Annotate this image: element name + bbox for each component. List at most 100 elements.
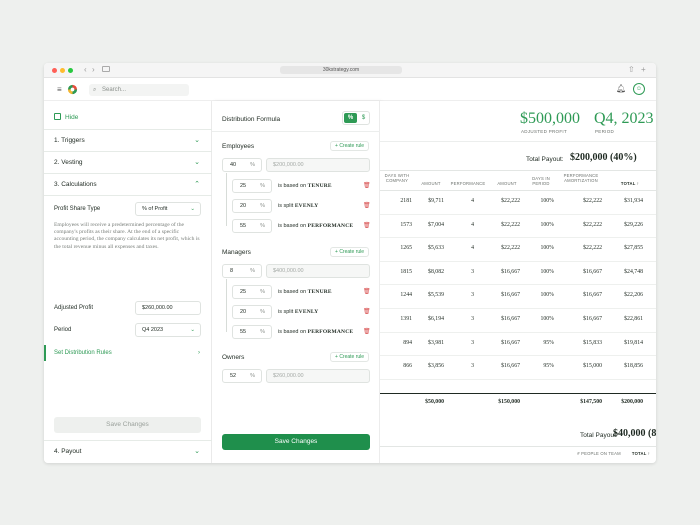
total-cell: $50,000 xyxy=(425,399,444,405)
table-row[interactable]: 866 $3,856 3 $16,667 95% $15,000 $18,856 xyxy=(380,356,656,380)
table-cell: $15,000 xyxy=(583,363,602,370)
section-calculations[interactable]: 3. Calculations ⌃ xyxy=(44,174,212,196)
owners-percent-input[interactable]: 52% xyxy=(222,369,262,383)
table-cell: $22,222 xyxy=(501,245,520,252)
section-vesting[interactable]: 2. Vesting ⌄ xyxy=(44,152,212,174)
col-amount[interactable]: AMOUNT xyxy=(416,181,446,186)
period-value: Q4, 2023 xyxy=(594,110,654,127)
menu-icon[interactable]: ≡ xyxy=(57,85,62,95)
trash-icon[interactable]: 🗑︎ xyxy=(363,202,371,209)
maximize-window-button[interactable] xyxy=(68,68,73,73)
col-days-with-company[interactable]: DAYS WITH COMPANY xyxy=(380,173,414,183)
close-window-button[interactable] xyxy=(52,68,57,73)
table-cell: 1244 xyxy=(400,292,412,299)
hide-icon xyxy=(54,113,61,120)
trash-icon[interactable]: 🗑︎ xyxy=(363,182,371,189)
col-total[interactable]: TOTAL ↑ xyxy=(626,451,656,456)
col-days-in-period[interactable]: DAYS IN PERIOD xyxy=(527,176,555,186)
search-placeholder: Search... xyxy=(102,87,127,93)
table-cell: 3 xyxy=(471,339,474,346)
table-cell: $16,667 xyxy=(583,316,602,322)
table-cell: $5,633 xyxy=(428,245,444,252)
rule-percent-input[interactable]: 25% xyxy=(232,179,272,193)
rule-percent-input[interactable]: 25% xyxy=(232,285,272,299)
rule-percent-input[interactable]: 20% xyxy=(232,305,272,319)
tree-line xyxy=(226,173,227,226)
rule-description: is based on TENURE xyxy=(278,183,332,189)
table-cell: $22,222 xyxy=(501,198,520,204)
minimize-window-button[interactable] xyxy=(60,68,65,73)
table-row[interactable]: 12$12,973 xyxy=(380,461,656,463)
forward-icon[interactable]: › xyxy=(92,65,95,75)
table-cell: $9,711 xyxy=(428,198,444,204)
col-people-on-team[interactable]: # PEOPLE ON TEAM xyxy=(570,451,628,456)
total-cell: $200,000 xyxy=(621,399,643,405)
table-row[interactable]: 1573 $7,004 4 $22,222 100% $22,222 $29,226 xyxy=(380,215,656,239)
table-cell: 100% xyxy=(540,198,554,204)
chevron-down-icon: ⌄ xyxy=(194,448,200,455)
new-tab-icon[interactable]: + xyxy=(641,65,646,75)
create-rule-button[interactable]: + Create rule xyxy=(330,247,370,257)
share-icon[interactable]: ⇧ xyxy=(628,65,635,75)
sidebar-save-button[interactable]: Save Changes xyxy=(54,417,201,433)
trash-icon[interactable]: 🗑︎ xyxy=(363,308,371,315)
adjusted-profit-label: Adjusted Profit xyxy=(54,305,94,311)
formula-save-button[interactable]: Save Changes xyxy=(222,434,370,450)
create-rule-button[interactable]: + Create rule xyxy=(330,141,370,151)
table-row[interactable]: 1244 $5,539 3 $16,667 100% $16,667 $22,206 xyxy=(380,285,656,309)
table-row[interactable]: 1265 $5,633 4 $22,222 100% $22,222 $27,855 xyxy=(380,238,656,262)
browser-titlebar: ‹ › 30kstrategy.com ⇧ + xyxy=(44,63,656,78)
sidebar-toggle-icon[interactable] xyxy=(102,66,110,72)
table-row[interactable]: 894 $3,981 3 $16,667 95% $15,833 $19,814 xyxy=(380,333,656,357)
create-rule-button[interactable]: + Create rule xyxy=(330,352,370,362)
rule-percent-input[interactable]: 55% xyxy=(232,325,272,339)
table-cell: 100% xyxy=(540,292,554,299)
rule-description: is split EVENLY xyxy=(278,203,319,209)
table-cell: 4 xyxy=(471,245,474,252)
table-cell: $31,934 xyxy=(624,198,643,204)
rule-percent-input[interactable]: 20% xyxy=(232,199,272,213)
table-cell: $3,856 xyxy=(428,363,444,370)
adjusted-profit-input[interactable]: $260,000.00 xyxy=(135,301,201,315)
table-cell: $16,667 xyxy=(501,339,520,346)
table-cell: $16,667 xyxy=(583,268,602,275)
col-total[interactable]: TOTAL ↑ xyxy=(610,181,650,186)
trash-icon[interactable]: 🗑︎ xyxy=(363,222,371,229)
period-select[interactable]: Q4 2023 ⌄ xyxy=(135,323,201,337)
dollar-toggle[interactable]: $ xyxy=(358,113,369,123)
set-distribution-rules-link[interactable]: Set Distribution Rules › xyxy=(44,345,212,361)
trash-icon[interactable]: 🗑︎ xyxy=(363,288,371,295)
profit-share-type-select[interactable]: % of Profit ⌄ xyxy=(135,202,201,216)
table-cell: $16,667 xyxy=(501,316,520,322)
table-row[interactable]: 2181 $9,711 4 $22,222 100% $22,222 $31,934 xyxy=(380,191,656,215)
table-cell: 1391 xyxy=(400,316,412,322)
table-cell: $16,667 xyxy=(501,363,520,370)
rule-percent-input[interactable]: 55% xyxy=(232,219,272,233)
hide-sidebar-button[interactable]: Hide xyxy=(54,113,78,121)
table-cell: $6,194 xyxy=(428,316,444,322)
bell-icon[interactable]: 🔔︎ xyxy=(616,84,626,93)
search-input[interactable]: ⌕ Search... xyxy=(89,84,189,96)
app-topbar: ≡ ⌕ Search... 🔔︎ ☺ xyxy=(44,79,656,101)
period-label: Period xyxy=(54,327,72,333)
section-payout[interactable]: 4. Payout ⌄ xyxy=(44,440,212,462)
back-icon[interactable]: ‹ xyxy=(84,65,87,75)
table-cell: 3 xyxy=(471,363,474,370)
payout-results-panel: $500,000 ADJUSTED PROFIT Q4, 2023 PERIOD… xyxy=(380,101,656,463)
section-triggers[interactable]: 1. Triggers ⌄ xyxy=(44,130,212,152)
trash-icon[interactable]: 🗑︎ xyxy=(363,328,371,335)
col-amount-2[interactable]: AMOUNT xyxy=(492,181,522,186)
chevron-right-icon: › xyxy=(198,350,200,356)
table-cell: 3 xyxy=(471,268,474,275)
col-performance[interactable]: PERFORMANCE xyxy=(448,181,488,186)
address-bar[interactable]: 30kstrategy.com xyxy=(280,66,402,74)
adjusted-profit-caption: ADJUSTED PROFIT xyxy=(521,129,568,134)
employees-percent-input[interactable]: 40% xyxy=(222,158,262,172)
managers-label: Managers xyxy=(222,249,251,256)
col-performance-amortization[interactable]: PERFORMANCE AMORTIZATION xyxy=(560,173,602,183)
avatar[interactable]: ☺ xyxy=(633,83,645,95)
percent-toggle[interactable]: % xyxy=(344,113,357,123)
table-row[interactable]: 1391 $6,194 3 $16,667 100% $16,667 $22,861 xyxy=(380,309,656,333)
managers-percent-input[interactable]: 8% xyxy=(222,264,262,278)
table-row[interactable]: 1815 $8,082 3 $16,667 100% $16,667 $24,748 xyxy=(380,262,656,286)
